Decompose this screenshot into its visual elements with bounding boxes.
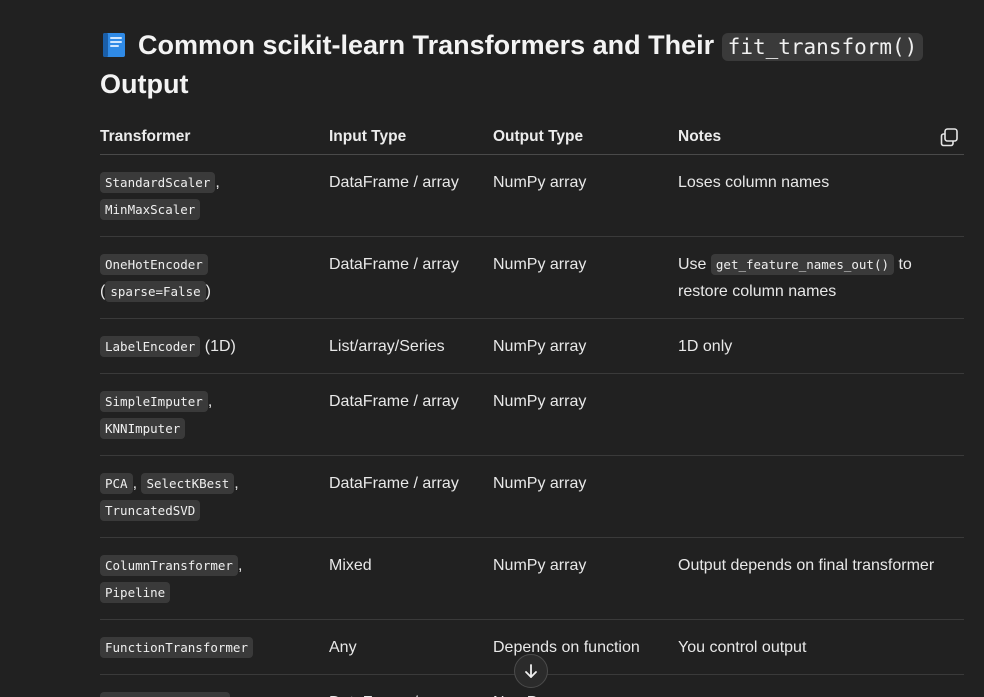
inline-code: LabelEncoder <box>100 336 201 357</box>
input-type-cell: DataFrame / array <box>329 373 493 456</box>
output-type-cell: NumPy array <box>493 455 678 538</box>
input-type-cell: Mixed <box>329 537 493 620</box>
transformer-cell: LabelEncoder (1D) <box>100 318 329 374</box>
inline-code: sparse=False <box>105 281 206 302</box>
transformer-cell: SimpleImputer, KNNImputer <box>100 373 329 456</box>
inline-code: StandardScaler <box>100 172 216 193</box>
blue-book-icon <box>100 31 128 57</box>
notes-cell <box>678 675 964 697</box>
header-output-type: Output Type <box>493 120 678 155</box>
cell-text: Loses column names <box>678 174 830 191</box>
inline-code: get_feature_names_out() <box>710 254 894 275</box>
inline-code: MinMaxScaler <box>100 199 201 220</box>
inline-code: PCA <box>100 473 133 494</box>
table-header-row: Transformer Input Type Output Type Notes <box>100 120 964 155</box>
inline-code: SelectKBest <box>141 473 235 494</box>
notes-cell: 1D only <box>678 318 964 374</box>
input-type-cell: Any <box>329 619 493 675</box>
cell-text: , <box>237 557 243 574</box>
header-notes: Notes <box>678 120 964 155</box>
transformer-cell: OneHotEncoder(sparse=False) <box>100 236 329 319</box>
cell-text: , <box>215 174 220 191</box>
inline-code: FunctionTransformer <box>100 637 253 658</box>
cell-text: 1D only <box>678 338 733 355</box>
inline-code: KNNImputer <box>100 418 186 439</box>
table-row: PCA, SelectKBest, TruncatedSVD DataFrame /… <box>100 455 964 538</box>
table-row: ColumnTransformer, Pipeline Mixed NumPy arr… <box>100 537 964 620</box>
output-type-cell: NumPy array <box>493 537 678 620</box>
transformer-cell: ColumnTransformer, Pipeline <box>100 537 329 620</box>
output-type-cell: NumPy array <box>493 236 678 319</box>
cell-text: Use <box>678 256 711 273</box>
notes-cell: Output depends on final transformer <box>678 537 964 620</box>
heading-text: Common scikit-learn Transformers and The… <box>138 30 715 60</box>
scroll-to-bottom-button[interactable] <box>514 654 548 688</box>
heading-text-continued: Output <box>100 69 189 99</box>
cell-text: , <box>234 475 239 492</box>
section-heading: Common scikit-learn Transformers and The… <box>100 27 960 103</box>
table-row: OneHotEncoder(sparse=False) DataFrame / a… <box>100 236 964 319</box>
cell-text: (1D) <box>200 338 236 355</box>
notes-cell <box>678 373 964 456</box>
notes-cell <box>678 455 964 538</box>
output-type-cell: NumPy array <box>493 154 678 237</box>
input-type-cell: DataFrame / array <box>329 236 493 319</box>
cell-text: Output depends on final transformer <box>678 557 935 574</box>
notes-cell: Loses column names <box>678 154 964 237</box>
inline-code: SimpleImputer <box>100 391 208 412</box>
input-type-cell: List/array/Series <box>329 318 493 374</box>
output-type-cell: NumPy array <box>493 373 678 456</box>
header-input-type: Input Type <box>329 120 493 155</box>
inline-code: ColumnTransformer <box>100 555 238 576</box>
cell-text: You control output <box>678 639 807 656</box>
heading-code: fit_transform() <box>721 33 924 61</box>
chat-response-page: Common scikit-learn Transformers and The… <box>0 0 984 697</box>
inline-code: TruncatedSVD <box>100 500 201 521</box>
inline-code: KBinsDiscretizer <box>100 692 231 697</box>
transformer-cell: StandardScaler, MinMaxScaler <box>100 154 329 237</box>
table-row: StandardScaler, MinMaxScaler DataFrame / a… <box>100 154 964 237</box>
inline-code: Pipeline <box>100 582 171 603</box>
transformer-cell: PCA, SelectKBest, TruncatedSVD <box>100 455 329 538</box>
transformer-cell: FunctionTransformer <box>100 619 329 675</box>
notes-cell: You control output <box>678 619 964 675</box>
transformer-cell: KBinsDiscretizer <box>100 675 329 697</box>
input-type-cell: DataFrame / array <box>329 675 493 697</box>
arrow-down-icon <box>525 664 537 678</box>
header-transformer: Transformer <box>100 120 329 155</box>
output-type-cell: NumPy array <box>493 318 678 374</box>
cell-text: ) <box>205 283 211 300</box>
notes-cell: Use get_feature_names_out() to restore c… <box>678 236 964 319</box>
input-type-cell: DataFrame / array <box>329 455 493 538</box>
inline-code: OneHotEncoder <box>100 254 208 275</box>
transformers-table: Transformer Input Type Output Type Notes… <box>100 120 964 697</box>
table-row: SimpleImputer, KNNImputer DataFrame / arra… <box>100 373 964 456</box>
table-row: LabelEncoder (1D) List/array/Series NumPy … <box>100 318 964 374</box>
cell-text: , <box>207 393 213 410</box>
input-type-cell: DataFrame / array <box>329 154 493 237</box>
